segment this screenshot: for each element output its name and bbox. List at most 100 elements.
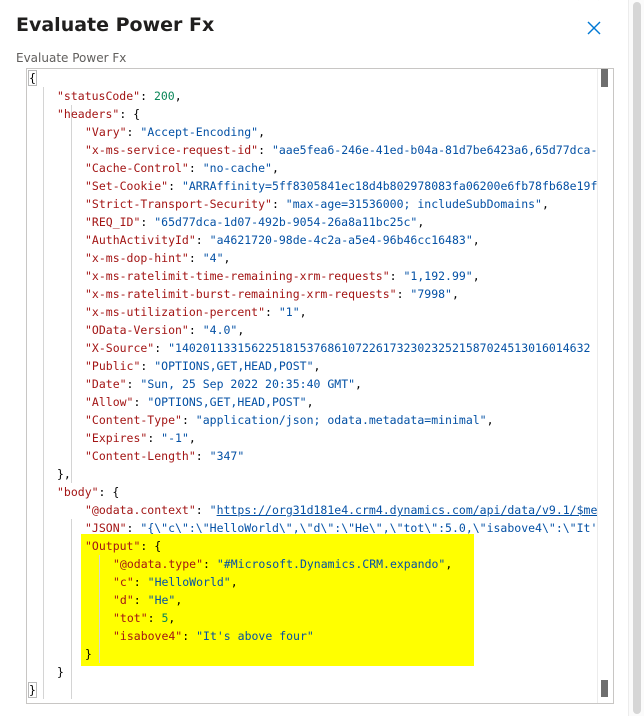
code-token: : (154, 341, 169, 355)
code-line: "Output": { (85, 537, 161, 555)
editor-scrollbar[interactable] (597, 69, 613, 703)
code-token: "OPTIONS,GET,HEAD,POST" (147, 395, 307, 409)
code-token: "Cache-Control" (85, 161, 189, 175)
code-token: "65d77dca-1d07-492b-9054-26a8a11bc25c" (154, 215, 418, 229)
code-line: "Public": "OPTIONS,GET,HEAD,POST", (85, 357, 320, 375)
code-token: : (195, 449, 210, 463)
code-line: "body": { (57, 483, 119, 501)
code-line: "Content-Length": "347" (85, 447, 244, 465)
code-token: : (271, 197, 286, 211)
code-token: "Public" (85, 359, 141, 373)
code-token: : (265, 305, 279, 319)
code-token: : (389, 269, 404, 283)
code-line: "OData-Version": "4.0", (85, 321, 244, 339)
code-token: : (126, 377, 141, 391)
code-token: , (299, 305, 307, 319)
editor-scroll-thumb-top[interactable] (601, 69, 608, 87)
code-token: }, (57, 467, 71, 481)
code-token: "ARRAffinity=5ff8305841ec18d4b802978083f… (181, 179, 597, 193)
code-token: : (140, 215, 155, 229)
code-token: : (133, 593, 148, 607)
code-token: , (271, 161, 279, 175)
code-token: 200 (153, 89, 175, 103)
code-token: "He" (147, 593, 176, 607)
code-token: } (28, 682, 37, 698)
page-scrollbar[interactable] (628, 0, 644, 716)
code-token: , (313, 359, 321, 373)
code-line: } (28, 681, 37, 699)
code-line: "Set-Cookie": "ARRAffinity=5ff8305841ec1… (85, 177, 597, 195)
callout-notch (577, 0, 600, 11)
code-token: "347" (209, 449, 245, 463)
code-line: } (57, 663, 64, 681)
code-token: "Set-Cookie" (85, 179, 169, 193)
code-line: "tot": 5, (113, 609, 175, 627)
code-token: "#Microsoft.Dynamics.CRM.expando" (216, 557, 446, 571)
code-line: "Strict-Transport-Security": "max-age=31… (85, 195, 549, 213)
code-token: "statusCode" (57, 89, 141, 103)
code-token: "AuthActivityId" (85, 233, 196, 247)
code-line: "@odata.type": "#Microsoft.Dynamics.CRM.… (113, 555, 452, 573)
code-token: "a4621720-98de-4c2a-a5e4-96b46cc16483" (209, 233, 473, 247)
code-token: "Content-Length" (85, 449, 196, 463)
code-token: "Strict-Transport-Security" (85, 197, 272, 211)
code-token: : (182, 629, 197, 643)
code-token: "1" (278, 305, 300, 319)
code-token: , (230, 575, 238, 589)
code-token: : { (119, 107, 141, 121)
code-token: : { (98, 485, 120, 499)
code-token: , (168, 611, 176, 625)
code-line: "Cache-Control": "no-cache", (85, 159, 279, 177)
code-line: } (85, 645, 92, 663)
code-token: : (133, 395, 148, 409)
code-line: }, (57, 465, 71, 483)
code-token: , (472, 233, 480, 247)
code-token: "JSON" (85, 521, 127, 535)
code-token: , (472, 269, 480, 283)
editor-scroll-thumb-bottom[interactable] (601, 680, 608, 697)
code-token: "x-ms-service-request-id" (85, 143, 259, 157)
code-token: "Allow" (85, 395, 134, 409)
code-token: "Sun, 25 Sep 2022 20:35:40 GMT" (140, 377, 356, 391)
code-token: : (188, 323, 203, 337)
code-token: "140201133156225181537686107226173230232… (168, 341, 591, 355)
code-token: , (451, 287, 459, 301)
code-line: "statusCode": 200, (57, 87, 182, 105)
code-token: "isabove4" (113, 629, 183, 643)
code-line: "Allow": "OPTIONS,GET,HEAD,POST", (85, 393, 314, 411)
code-line: "x-ms-utilization-percent": "1", (85, 303, 307, 321)
close-button[interactable] (584, 18, 604, 38)
code-token: "Content-Type" (85, 413, 182, 427)
code-token: "body" (57, 485, 99, 499)
code-token: "REQ_ID" (85, 215, 141, 229)
code-token: , (445, 557, 453, 571)
dialog-title: Evaluate Power Fx (16, 14, 215, 36)
code-token: "x-ms-ratelimit-time-remaining-xrm-reque… (85, 269, 390, 283)
code-link[interactable]: https://org31d181e4.crm4.dynamics.com/ap… (217, 503, 597, 517)
code-token: : (147, 431, 162, 445)
code-token: , (306, 395, 314, 409)
code-token: : (195, 503, 210, 517)
code-token: : (188, 161, 203, 175)
evaluate-power-fx-dialog: Evaluate Power Fx Evaluate Power Fx {"st… (0, 0, 644, 716)
code-token: , (175, 593, 183, 607)
code-line: "@odata.context": "https://org31d181e4.c… (85, 501, 597, 519)
code-line: "JSON": "{\"c\":\"HelloWorld\",\"d\":\"H… (85, 519, 597, 537)
code-token: : (258, 143, 272, 157)
code-token: "c" (113, 575, 134, 589)
code-token: : (188, 251, 203, 265)
code-token: , (486, 413, 494, 427)
page-scroll-thumb[interactable] (633, 2, 641, 714)
code-line: "isabove4": "It's above four" (113, 627, 314, 645)
code-token: "4.0" (202, 323, 238, 337)
code-token: : (140, 89, 154, 103)
code-token: "Accept-Encoding" (140, 125, 259, 139)
code-token: : (181, 413, 196, 427)
code-area[interactable]: {"statusCode": 200, "headers": {"Vary": "… (27, 69, 597, 703)
code-line: "AuthActivityId": "a4621720-98de-4c2a-a5… (85, 231, 480, 249)
code-token: "4" (202, 251, 224, 265)
code-line: { (28, 69, 37, 87)
code-token: "HelloWorld" (147, 575, 231, 589)
json-editor[interactable]: {"statusCode": 200, "headers": {"Vary": "… (26, 68, 614, 704)
code-token: : (147, 611, 162, 625)
